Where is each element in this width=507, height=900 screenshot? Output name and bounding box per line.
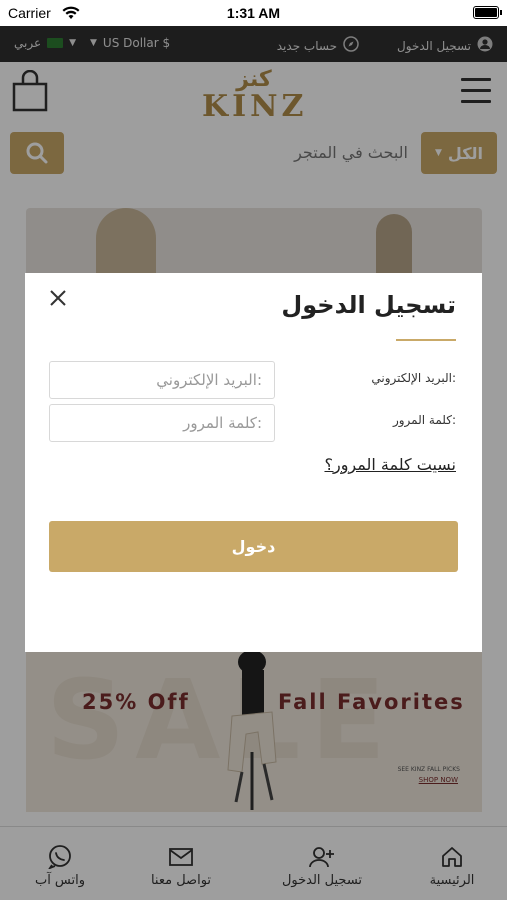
forgot-password-link[interactable]: نسيت كلمة المرور؟ [324,455,456,474]
password-field[interactable]: كلمة المرور: [49,404,275,442]
login-button[interactable]: دخول [49,521,458,572]
email-label: البريد الإلكتروني: [371,371,456,385]
email-field[interactable]: البريد الإلكتروني: [49,361,275,399]
clock-label: 1:31 AM [226,5,281,21]
password-label: كلمة المرور: [392,413,456,427]
modal-title: تسجيل الدخول [281,291,456,319]
close-icon[interactable] [47,287,69,309]
battery-icon [473,6,502,19]
login-button-label: دخول [231,537,276,556]
title-underline [396,339,456,341]
status-bar: Carrier 1:31 AM [0,0,507,26]
login-modal: تسجيل الدخول البريد الإلكتروني: البريد ا… [25,273,482,652]
